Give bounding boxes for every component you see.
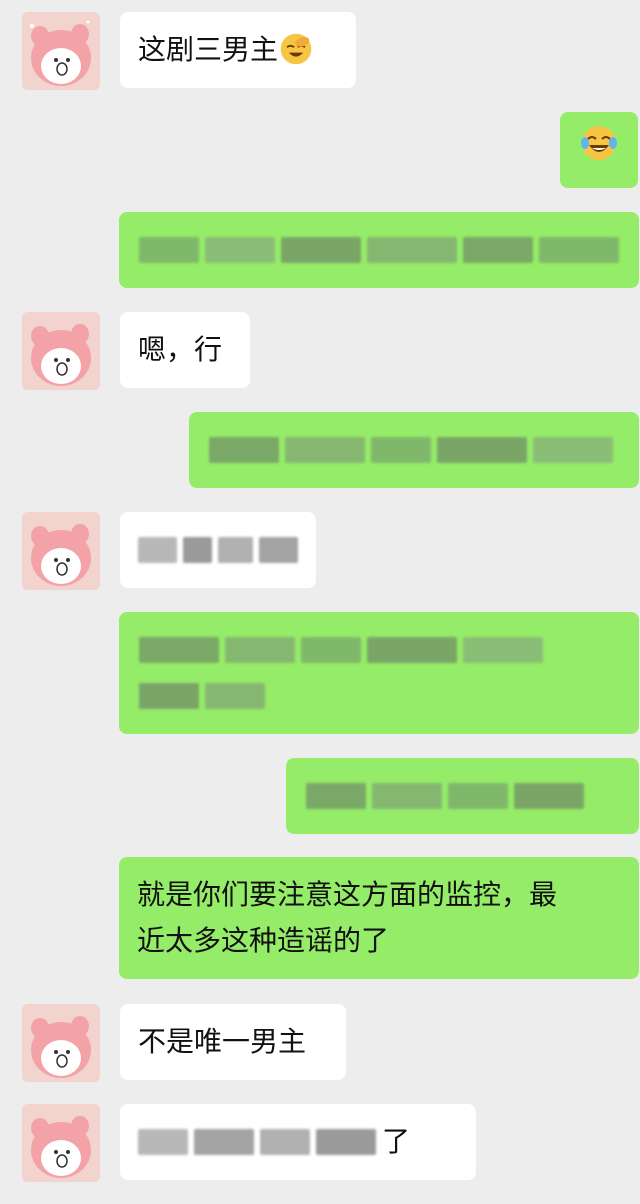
facepalm-laugh-emoji-icon	[278, 31, 318, 71]
message-text: 嗯，行	[138, 333, 223, 366]
message-bubble-outgoing-redacted[interactable]	[119, 612, 639, 734]
message-text: 不是唯一男主	[138, 1025, 307, 1058]
message-bubble-outgoing-redacted[interactable]	[286, 758, 639, 834]
redacted-text	[138, 527, 298, 573]
redacted-text-line-2	[139, 673, 619, 719]
tears-of-joy-emoji-icon	[579, 123, 619, 177]
message-text-line-2: 近太多这种造谣的了	[137, 924, 390, 957]
message-text: 这剧三男主	[138, 27, 338, 73]
pink-cartoon-avatar-icon	[22, 1004, 100, 1082]
pink-cartoon-avatar-icon	[22, 512, 100, 590]
message-bubble-incoming[interactable]: 这剧三男主	[120, 12, 356, 88]
redacted-text	[139, 227, 619, 273]
redacted-text	[306, 773, 619, 819]
pink-cartoon-avatar-icon	[22, 12, 100, 90]
contact-avatar[interactable]	[22, 12, 100, 90]
contact-avatar[interactable]	[22, 312, 100, 390]
redacted-text-line-1	[139, 627, 619, 673]
message-bubble-outgoing-redacted[interactable]	[189, 412, 639, 488]
redacted-text: 了	[138, 1119, 458, 1165]
contact-avatar[interactable]	[22, 512, 100, 590]
message-bubble-incoming[interactable]: 不是唯一男主	[120, 1004, 346, 1080]
redacted-text	[209, 427, 619, 473]
contact-avatar[interactable]	[22, 1004, 100, 1082]
message-bubble-incoming-redacted[interactable]	[120, 512, 316, 588]
message-text-tail: 了	[382, 1125, 411, 1158]
message-text-line-1: 就是你们要注意这方面的监控，最	[137, 878, 558, 911]
pink-cartoon-avatar-icon	[22, 312, 100, 390]
message-bubble-outgoing[interactable]	[560, 112, 638, 188]
pink-cartoon-avatar-icon	[22, 1104, 100, 1182]
message-bubble-incoming-redacted[interactable]: 了	[120, 1104, 476, 1180]
message-bubble-outgoing[interactable]: 就是你们要注意这方面的监控，最 近太多这种造谣的了	[119, 857, 639, 979]
message-bubble-incoming[interactable]: 嗯，行	[120, 312, 250, 388]
contact-avatar[interactable]	[22, 1104, 100, 1182]
message-bubble-outgoing-redacted[interactable]	[119, 212, 639, 288]
